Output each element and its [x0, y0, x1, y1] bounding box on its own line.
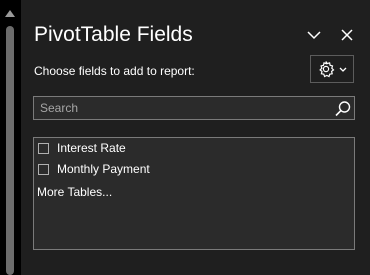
field-item-monthly-payment[interactable]: Monthly Payment [38, 160, 150, 178]
choose-fields-label: Choose fields to add to report: [34, 64, 195, 78]
left-scrollbar[interactable] [0, 0, 20, 275]
close-pane-button[interactable] [336, 24, 358, 46]
scrollbar-thumb[interactable] [6, 26, 14, 275]
more-tables-link[interactable]: More Tables... [37, 184, 112, 200]
field-label: Monthly Payment [57, 162, 150, 176]
pivot-table-fields-window: PivotTable Fields Choose fields to add t… [0, 0, 370, 275]
field-checkbox[interactable] [38, 163, 49, 175]
collapse-pane-button[interactable] [303, 24, 325, 46]
gear-icon [319, 61, 335, 78]
search-box [33, 96, 355, 120]
drag-fields-area-cut [33, 266, 363, 275]
close-icon [341, 29, 353, 41]
chevron-down-icon [339, 67, 347, 72]
field-checkbox[interactable] [38, 142, 49, 154]
field-list: Interest Rate Monthly Payment More Table… [33, 137, 355, 250]
field-list-settings-button[interactable] [310, 55, 354, 83]
search-input[interactable] [34, 97, 324, 119]
chevron-down-icon [307, 30, 321, 39]
field-label: Interest Rate [57, 141, 126, 155]
pane-title: PivotTable Fields [34, 23, 193, 46]
pivot-table-fields-pane: PivotTable Fields Choose fields to add t… [21, 0, 370, 275]
field-item-interest-rate[interactable]: Interest Rate [38, 139, 126, 157]
search-icon[interactable] [334, 100, 352, 118]
scroll-up-arrow-icon[interactable] [5, 10, 15, 17]
